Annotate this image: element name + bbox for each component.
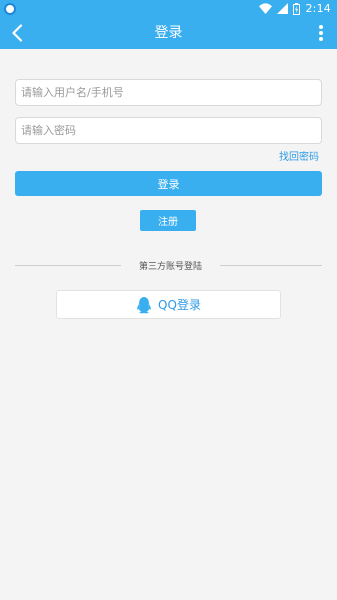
qq-login-button[interactable]: QQ登录 (56, 290, 281, 319)
divider-right (220, 265, 322, 266)
qq-login-label: QQ登录 (158, 298, 201, 312)
app-icon (4, 2, 16, 15)
status-right: 2:14 (259, 2, 331, 15)
more-options-button[interactable] (311, 21, 331, 45)
more-vertical-icon (319, 25, 323, 41)
password-input[interactable] (15, 117, 322, 144)
page-title: 登录 (154, 25, 183, 41)
register-button[interactable]: 注册 (140, 210, 196, 231)
status-time: 2:14 (305, 2, 331, 15)
wifi-icon (259, 3, 273, 14)
forgot-password-link[interactable]: 找回密码 (279, 148, 319, 163)
status-bar: 2:14 (0, 0, 337, 17)
username-input[interactable] (15, 79, 322, 106)
status-left (4, 2, 16, 15)
login-button[interactable]: 登录 (15, 171, 322, 196)
app-bar: 登录 (0, 17, 337, 49)
battery-icon (293, 2, 301, 15)
qq-penguin-icon (137, 296, 151, 313)
divider-left (15, 265, 121, 266)
third-party-label: 第三方账号登陆 (138, 262, 202, 272)
signal-icon (277, 3, 289, 14)
